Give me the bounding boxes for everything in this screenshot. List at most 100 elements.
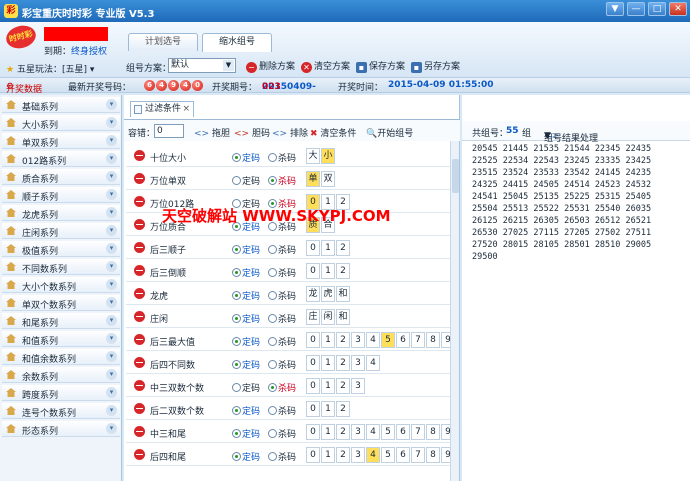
code-cell[interactable]: 3 (351, 424, 365, 440)
keep-radio[interactable]: 定码 (232, 266, 260, 279)
minimize-button[interactable]: — (627, 2, 645, 16)
keep-radio[interactable]: 定码 (232, 381, 260, 394)
remove-condition-icon[interactable] (134, 150, 145, 161)
sidebar-item[interactable]: 质合系列 ▾ (2, 169, 120, 185)
start-group-button[interactable]: 🔍开始组号 (366, 126, 413, 139)
tab-plan-select[interactable]: 计划选号 (128, 33, 198, 51)
code-cell[interactable]: 0 (306, 378, 320, 394)
kill-radio[interactable]: 杀码 (268, 174, 296, 187)
code-cell[interactable]: 2 (336, 378, 350, 394)
sidebar-item[interactable]: 跨度系列 ▾ (2, 385, 120, 401)
kill-radio[interactable]: 杀码 (268, 450, 296, 463)
maximize-button[interactable]: □ (648, 2, 666, 16)
code-cell[interactable]: 2 (336, 447, 350, 463)
remove-condition-icon[interactable] (134, 449, 145, 460)
keep-radio[interactable]: 定码 (232, 151, 260, 164)
code-cell[interactable]: 龙 (306, 286, 320, 302)
keep-radio[interactable]: 定码 (232, 174, 260, 187)
code-cell[interactable]: 4 (366, 355, 380, 371)
code-cell[interactable]: 7 (411, 332, 425, 348)
scrollbar-thumb[interactable] (452, 159, 459, 193)
kill-radio[interactable]: 杀码 (268, 427, 296, 440)
code-cell[interactable]: 0 (306, 424, 320, 440)
code-cell[interactable]: 小 (321, 148, 335, 164)
code-cell[interactable]: 3 (351, 378, 365, 394)
code-cell[interactable]: 和 (336, 286, 350, 302)
code-cell[interactable]: 1 (321, 240, 335, 256)
menu-dropdown-button[interactable]: ▼ (606, 2, 624, 16)
code-cell[interactable]: 大 (306, 148, 320, 164)
close-button[interactable]: ✕ (669, 2, 687, 16)
remove-condition-icon[interactable] (134, 173, 145, 184)
code-cell[interactable]: 6 (396, 332, 410, 348)
code-cell[interactable]: 3 (351, 447, 365, 463)
code-cell[interactable]: 4 (366, 424, 380, 440)
dan-ma-button[interactable]: <> 胆码 (234, 126, 270, 139)
code-cell[interactable]: 2 (336, 332, 350, 348)
code-cell[interactable]: 8 (426, 332, 440, 348)
kill-radio[interactable]: 杀码 (268, 243, 296, 256)
code-cell[interactable]: 庄 (306, 309, 320, 325)
code-cell[interactable]: 8 (426, 447, 440, 463)
sidebar-item[interactable]: 庄闲系列 ▾ (2, 223, 120, 239)
keep-radio[interactable]: 定码 (232, 289, 260, 302)
code-cell[interactable]: 1 (321, 263, 335, 279)
sidebar-item[interactable]: 和尾系列 ▾ (2, 313, 120, 329)
sidebar-item[interactable]: 不同数系列 ▾ (2, 259, 120, 275)
code-cell[interactable]: 和 (336, 309, 350, 325)
pai-chu-button[interactable]: <> 排除 (272, 126, 308, 139)
code-cell[interactable]: 2 (336, 424, 350, 440)
keep-radio[interactable]: 定码 (232, 358, 260, 371)
code-cell[interactable]: 4 (366, 332, 380, 348)
keep-radio[interactable]: 定码 (232, 450, 260, 463)
sidebar-item[interactable]: 单双系列 ▾ (2, 133, 120, 149)
code-cell[interactable]: 6 (396, 424, 410, 440)
code-cell[interactable]: 3 (351, 355, 365, 371)
remove-condition-icon[interactable] (134, 219, 145, 230)
sidebar-item[interactable]: 和值余数系列 ▾ (2, 349, 120, 365)
tab-filter-conditions[interactable]: 过滤条件 × (130, 101, 194, 117)
remove-condition-icon[interactable] (134, 426, 145, 437)
kill-radio[interactable]: 杀码 (268, 358, 296, 371)
kill-radio[interactable]: 杀码 (268, 312, 296, 325)
remove-condition-icon[interactable] (134, 265, 145, 276)
code-cell[interactable]: 5 (381, 424, 395, 440)
code-cell[interactable]: 3 (351, 332, 365, 348)
delete-scheme-button[interactable]: − 删除方案 (246, 60, 295, 74)
code-cell[interactable]: 0 (306, 447, 320, 463)
kill-radio[interactable]: 杀码 (268, 266, 296, 279)
remove-condition-icon[interactable] (134, 311, 145, 322)
clear-scheme-button[interactable]: ✕ 清空方案 (301, 60, 350, 74)
code-cell[interactable]: 7 (411, 447, 425, 463)
kill-radio[interactable]: 杀码 (268, 381, 296, 394)
sidebar-item[interactable]: 龙虎系列 ▾ (2, 205, 120, 221)
remove-condition-icon[interactable] (134, 196, 145, 207)
code-cell[interactable]: 5 (381, 332, 395, 348)
code-cell[interactable]: 1 (321, 447, 335, 463)
kill-radio[interactable]: 杀码 (268, 335, 296, 348)
keep-radio[interactable]: 定码 (232, 312, 260, 325)
kill-radio[interactable]: 杀码 (268, 404, 296, 417)
code-cell[interactable]: 2 (336, 401, 350, 417)
code-cell[interactable]: 4 (366, 447, 380, 463)
sidebar-item[interactable]: 余数系列 ▾ (2, 367, 120, 383)
code-cell[interactable]: 1 (321, 401, 335, 417)
remove-condition-icon[interactable] (134, 242, 145, 253)
sidebar-item[interactable]: 012路系列 ▾ (2, 151, 120, 167)
scheme-select[interactable]: 默认 ▼ (168, 58, 236, 73)
code-cell[interactable]: 0 (306, 355, 320, 371)
remove-condition-icon[interactable] (134, 380, 145, 391)
sidebar-item[interactable]: 大小个数系列 ▾ (2, 277, 120, 293)
code-cell[interactable]: 双 (321, 171, 335, 187)
tolerance-input[interactable]: 0 (154, 124, 184, 138)
code-cell[interactable]: 2 (336, 240, 350, 256)
code-cell[interactable]: 2 (336, 355, 350, 371)
sidebar-item[interactable]: 极值系列 ▾ (2, 241, 120, 257)
code-cell[interactable]: 1 (321, 355, 335, 371)
sidebar-item[interactable]: 单双个数系列 ▾ (2, 295, 120, 311)
code-cell[interactable]: 6 (396, 447, 410, 463)
tuo-dan-button[interactable]: <> 拖胆 (194, 126, 230, 139)
code-cell[interactable]: 0 (306, 401, 320, 417)
code-cell[interactable]: 8 (426, 424, 440, 440)
code-cell[interactable]: 单 (306, 171, 320, 187)
